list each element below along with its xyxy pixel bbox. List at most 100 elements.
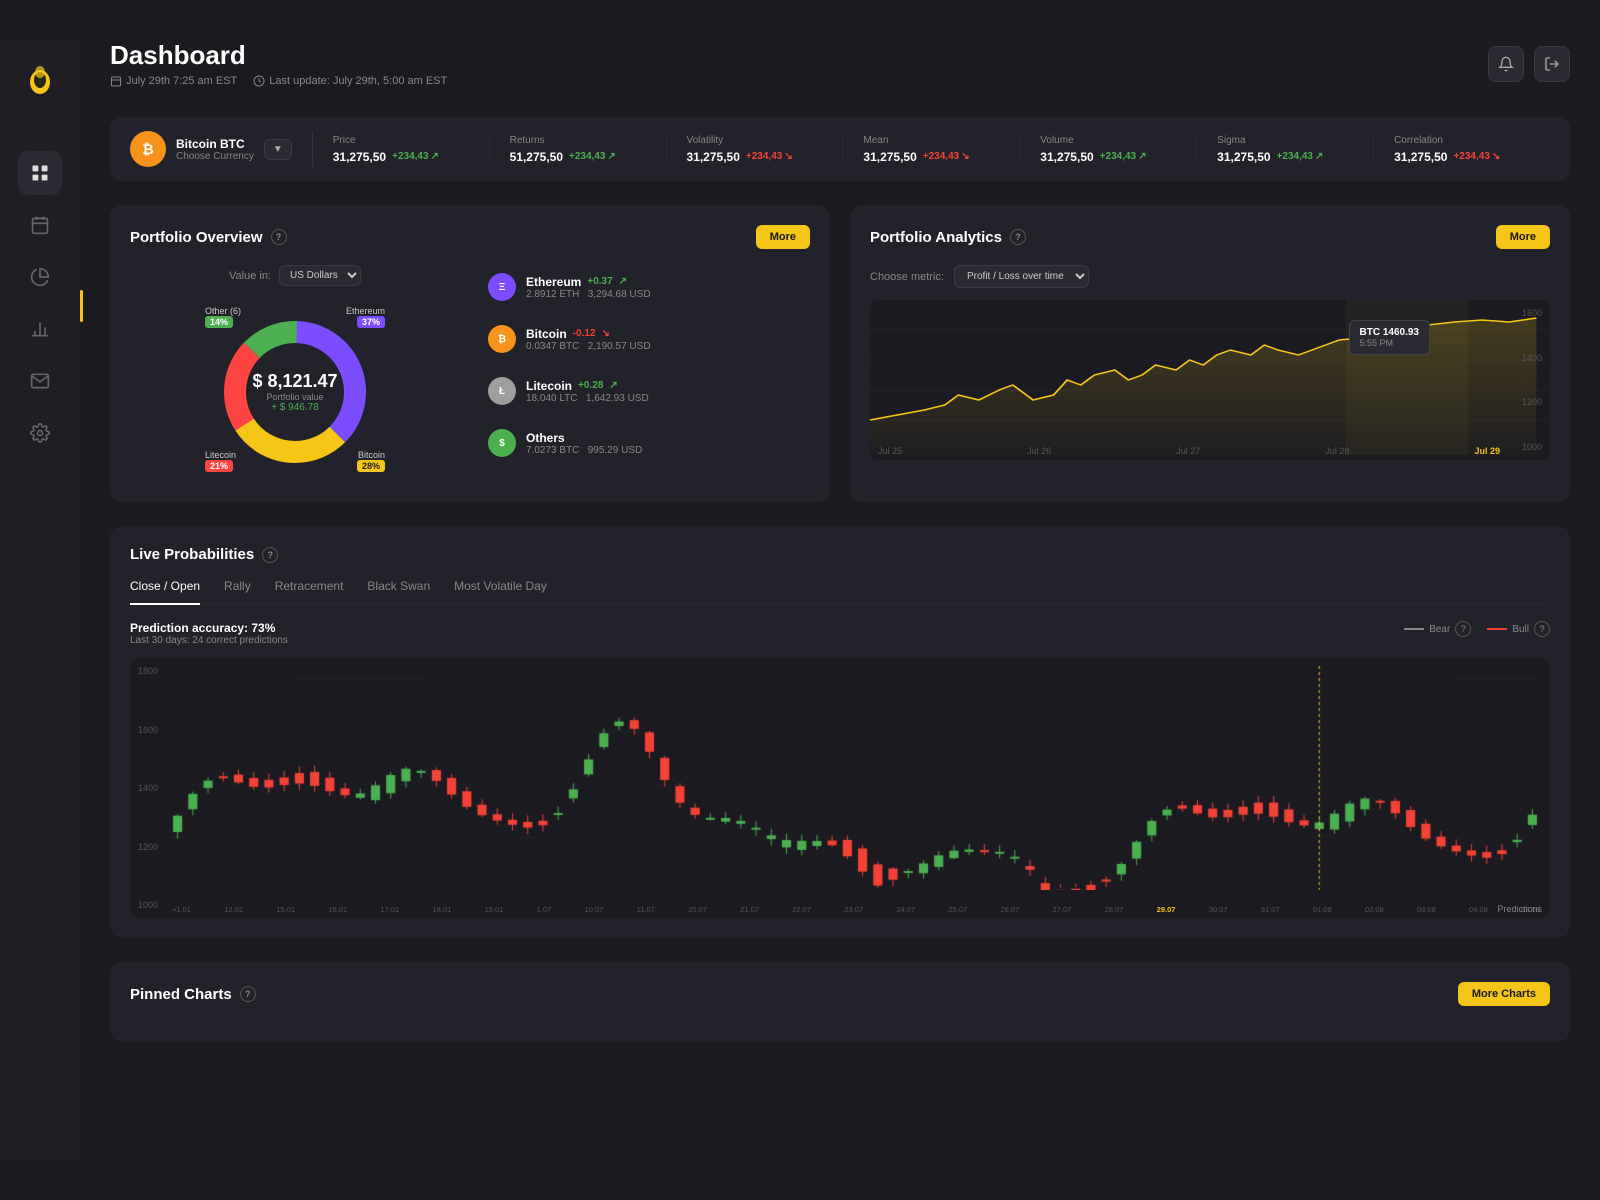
portfolio-overview-help[interactable]: ?: [271, 229, 287, 245]
prob-stats: Prediction accuracy: 73% Last 30 days: 2…: [130, 621, 1550, 646]
bell-icon: [1498, 56, 1514, 72]
currency-sub: Choose Currency: [176, 151, 254, 162]
bear-line: [1404, 628, 1424, 630]
logo: [22, 60, 58, 101]
sidebar-nav: [0, 151, 80, 455]
metric-select[interactable]: Profit / Loss over time: [954, 265, 1089, 288]
portfolio-overview-more-btn[interactable]: More: [756, 225, 810, 249]
bull-help[interactable]: ?: [1534, 621, 1550, 637]
stat-correlation: Correlation 31,275,50 +234,43 ↘: [1374, 135, 1550, 164]
btc-icon: ₿: [130, 131, 166, 167]
grid-icon: [30, 163, 50, 183]
portfolio-analytics-card: Portfolio Analytics ? More Choose metric…: [850, 205, 1570, 502]
metric-row: Choose metric: Profit / Loss over time: [870, 265, 1550, 288]
list-item[interactable]: Ł Litecoin +0.28 ↗ 18.040 LTC: [480, 369, 810, 413]
assets-list: Ξ Ethereum +0.37 ↗ 2.8912 ETH: [480, 265, 810, 482]
candlestick-chart: 1800 1600 1400 1200 1000 +1.01 12.01 15.…: [130, 658, 1550, 918]
pinned-charts-card: Pinned Charts ? More Charts: [110, 962, 1570, 1042]
header-meta: July 29th 7:25 am EST Last update: July …: [110, 75, 447, 87]
candle-y-labels: 1800 1600 1400 1200 1000: [138, 658, 158, 918]
asset-info: Ethereum +0.37 ↗ 2.8912 ETH 3,294.68 USD: [526, 275, 802, 300]
stats-bar: ₿ Bitcoin BTC Choose Currency ▼ Price 31…: [110, 117, 1570, 181]
bear-help[interactable]: ?: [1455, 621, 1471, 637]
currency-dropdown[interactable]: ▼: [264, 139, 292, 160]
logout-button[interactable]: [1534, 46, 1570, 82]
sidebar-item-messages[interactable]: [18, 359, 62, 403]
logout-icon: [1544, 56, 1560, 72]
donut-chart: $ 8,121.47 Portfolio value + $ 946.78 Et…: [205, 302, 385, 482]
asset-info: Others 7.0273 BTC 995.29 USD: [526, 431, 802, 456]
prediction-accuracy: Prediction accuracy: 73% Last 30 days: 2…: [130, 621, 288, 646]
stat-volume: Volume 31,275,50 +234,43 ↗: [1020, 135, 1197, 164]
donut-center: $ 8,121.47 Portfolio value + $ 946.78: [252, 371, 337, 413]
stat-returns: Returns 51,275,50 +234,43 ↗: [490, 135, 667, 164]
portfolio-body: Value in: US Dollars: [130, 265, 810, 482]
ethereum-icon: Ξ: [488, 273, 516, 301]
metric-label: Choose metric:: [870, 271, 944, 283]
legend-bull: Bull ?: [1487, 621, 1550, 637]
settings-icon: [30, 423, 50, 443]
sidebar-item-reports[interactable]: [18, 307, 62, 351]
header-actions: [1488, 46, 1570, 82]
portfolio-overview-title: Portfolio Overview ?: [130, 229, 287, 246]
currency-info: Bitcoin BTC Choose Currency: [176, 137, 254, 162]
pie-icon: [30, 267, 50, 287]
live-prob-title: Live Probabilities ?: [130, 546, 278, 563]
pinned-charts-more-btn[interactable]: More Charts: [1458, 982, 1550, 1006]
portfolio-analytics-title: Portfolio Analytics ?: [870, 229, 1026, 246]
chart-tooltip: BTC 1460.93 5:55 PM: [1349, 320, 1430, 355]
header-last-update: Last update: July 29th, 5:00 am EST: [253, 75, 447, 87]
candle-canvas-element: [170, 666, 1540, 890]
header-left: Dashboard July 29th 7:25 am EST Last upd…: [110, 40, 447, 87]
predictions-label: Predictions: [1497, 904, 1542, 914]
sidebar-item-dashboard[interactable]: [18, 151, 62, 195]
legend-row: Bear ? Bull ?: [1404, 621, 1550, 637]
analytics-chart: BTC 1460.93 5:55 PM 1600 1400 1200 1000 …: [870, 300, 1550, 460]
tab-most-volatile[interactable]: Most Volatile Day: [454, 579, 547, 605]
notification-button[interactable]: [1488, 46, 1524, 82]
portfolio-overview-header: Portfolio Overview ? More: [130, 225, 810, 249]
currency-name: Bitcoin BTC: [176, 137, 254, 151]
tab-retracement[interactable]: Retracement: [275, 579, 344, 605]
prob-tabs: Close / Open Rally Retracement Black Swa…: [130, 579, 1550, 605]
live-prob-header: Live Probabilities ?: [130, 546, 1550, 563]
list-item[interactable]: $ Others 7.0273 BTC 995.29 USD: [480, 421, 810, 465]
legend-bear: Bear ?: [1404, 621, 1471, 637]
donut-section: Value in: US Dollars: [130, 265, 460, 482]
sidebar-item-analytics[interactable]: [18, 255, 62, 299]
chart-y-labels: 1600 1400 1200 1000: [1522, 300, 1542, 460]
sidebar-item-calendar[interactable]: [18, 203, 62, 247]
bull-line: [1487, 628, 1507, 630]
live-prob-help[interactable]: ?: [262, 547, 278, 563]
asset-info: Bitcoin -0.12 ↘ 0.0347 BTC 2,190.57 USD: [526, 327, 802, 352]
tab-rally[interactable]: Rally: [224, 579, 251, 605]
stat-sigma: Sigma 31,275,50 +234,43 ↗: [1197, 135, 1374, 164]
stats-currency: ₿ Bitcoin BTC Choose Currency ▼: [130, 131, 313, 167]
portfolio-analytics-more-btn[interactable]: More: [1496, 225, 1550, 249]
currency-select[interactable]: US Dollars: [279, 265, 361, 286]
candle-x-labels: +1.01 12.01 15.01 16.01 17.01 18.01 19.0…: [172, 905, 1540, 914]
list-item[interactable]: ₿ Bitcoin -0.12 ↘ 0.0347 BTC: [480, 317, 810, 361]
bar-chart-icon: [30, 319, 50, 339]
page-title: Dashboard: [110, 40, 447, 71]
asset-info: Litecoin +0.28 ↗ 18.040 LTC 1,642.93 USD: [526, 379, 802, 404]
bitcoin-icon: ₿: [488, 325, 516, 353]
sidebar: [0, 40, 80, 1160]
litecoin-icon: Ł: [488, 377, 516, 405]
stat-price: Price 31,275,50 +234,43 ↗: [313, 135, 490, 164]
header-date: July 29th 7:25 am EST: [110, 75, 237, 87]
portfolio-analytics-header: Portfolio Analytics ? More: [870, 225, 1550, 249]
chart-x-labels: Jul 25 Jul 26 Jul 27 Jul 28 Jul 29: [878, 446, 1500, 456]
sidebar-item-settings[interactable]: [18, 411, 62, 455]
live-probabilities-card: Live Probabilities ? Close / Open Rally …: [110, 526, 1570, 938]
portfolio-overview-card: Portfolio Overview ? More Value in: US D…: [110, 205, 830, 502]
tab-black-swan[interactable]: Black Swan: [367, 579, 430, 605]
portfolio-analytics-help[interactable]: ?: [1010, 229, 1026, 245]
calendar-icon: [30, 215, 50, 235]
pinned-charts-help[interactable]: ?: [240, 986, 256, 1002]
tab-close-open[interactable]: Close / Open: [130, 579, 200, 605]
stat-mean: Mean 31,275,50 +234,43 ↘: [843, 135, 1020, 164]
stat-volatility: Volatility 31,275,50 +234,43 ↘: [667, 135, 844, 164]
list-item[interactable]: Ξ Ethereum +0.37 ↗ 2.8912 ETH: [480, 265, 810, 309]
pinned-charts-title: Pinned Charts ?: [130, 986, 256, 1003]
